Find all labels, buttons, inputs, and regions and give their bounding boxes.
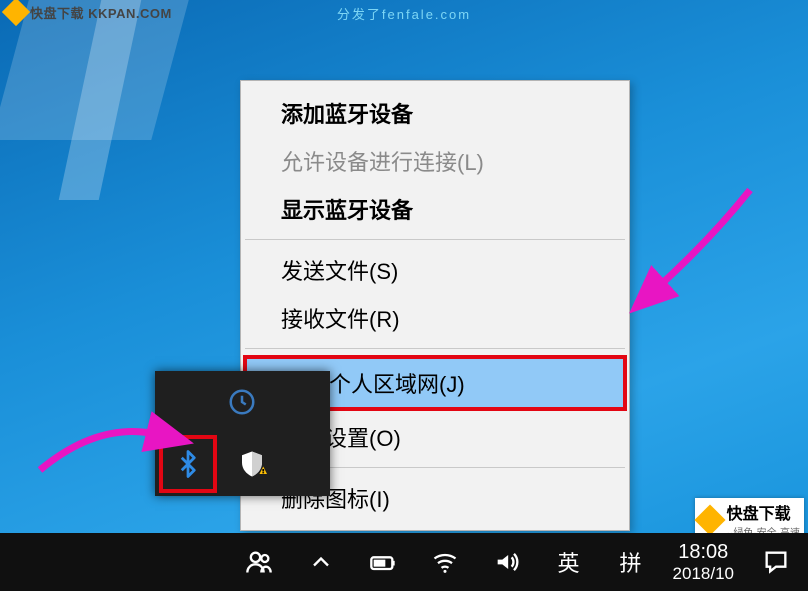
taskbar-date: 2018/10 [673,564,734,584]
action-center-icon[interactable] [756,542,796,582]
taskbar-time: 18:08 [673,541,734,564]
menu-separator [245,239,625,240]
menu-receive-file[interactable]: 接收文件(R) [243,294,627,342]
tray-chevron-icon[interactable] [301,542,341,582]
defender-tray-icon[interactable] [223,435,281,493]
taskbar-clock[interactable]: 18:08 2018/10 [673,541,734,584]
fenfale-watermark: 分发了fenfale.com [337,4,471,23]
ime-mode-indicator[interactable]: 拼 [611,542,651,582]
menu-separator [245,348,625,349]
volume-icon[interactable] [487,542,527,582]
menu-add-bt-device[interactable]: 添加蓝牙设备 [243,89,627,137]
battery-icon[interactable] [363,542,403,582]
menu-show-bt-devices[interactable]: 显示蓝牙设备 [243,185,627,233]
tray-overflow-popup [155,371,330,496]
ime-lang-indicator[interactable]: 英 [549,542,589,582]
kkpan-logo: 快盘下载 KKPAN.COM [6,2,172,22]
people-icon[interactable] [239,542,279,582]
wifi-icon[interactable] [425,542,465,582]
annotation-arrow-right [620,180,760,325]
taskbar: 英 拼 18:08 2018/10 [0,533,808,591]
clock-tray-icon[interactable] [213,373,271,431]
menu-send-file[interactable]: 发送文件(S) [243,246,627,294]
bluetooth-tray-icon[interactable] [159,435,217,493]
menu-allow-connect: 允许设备进行连接(L) [243,137,627,185]
